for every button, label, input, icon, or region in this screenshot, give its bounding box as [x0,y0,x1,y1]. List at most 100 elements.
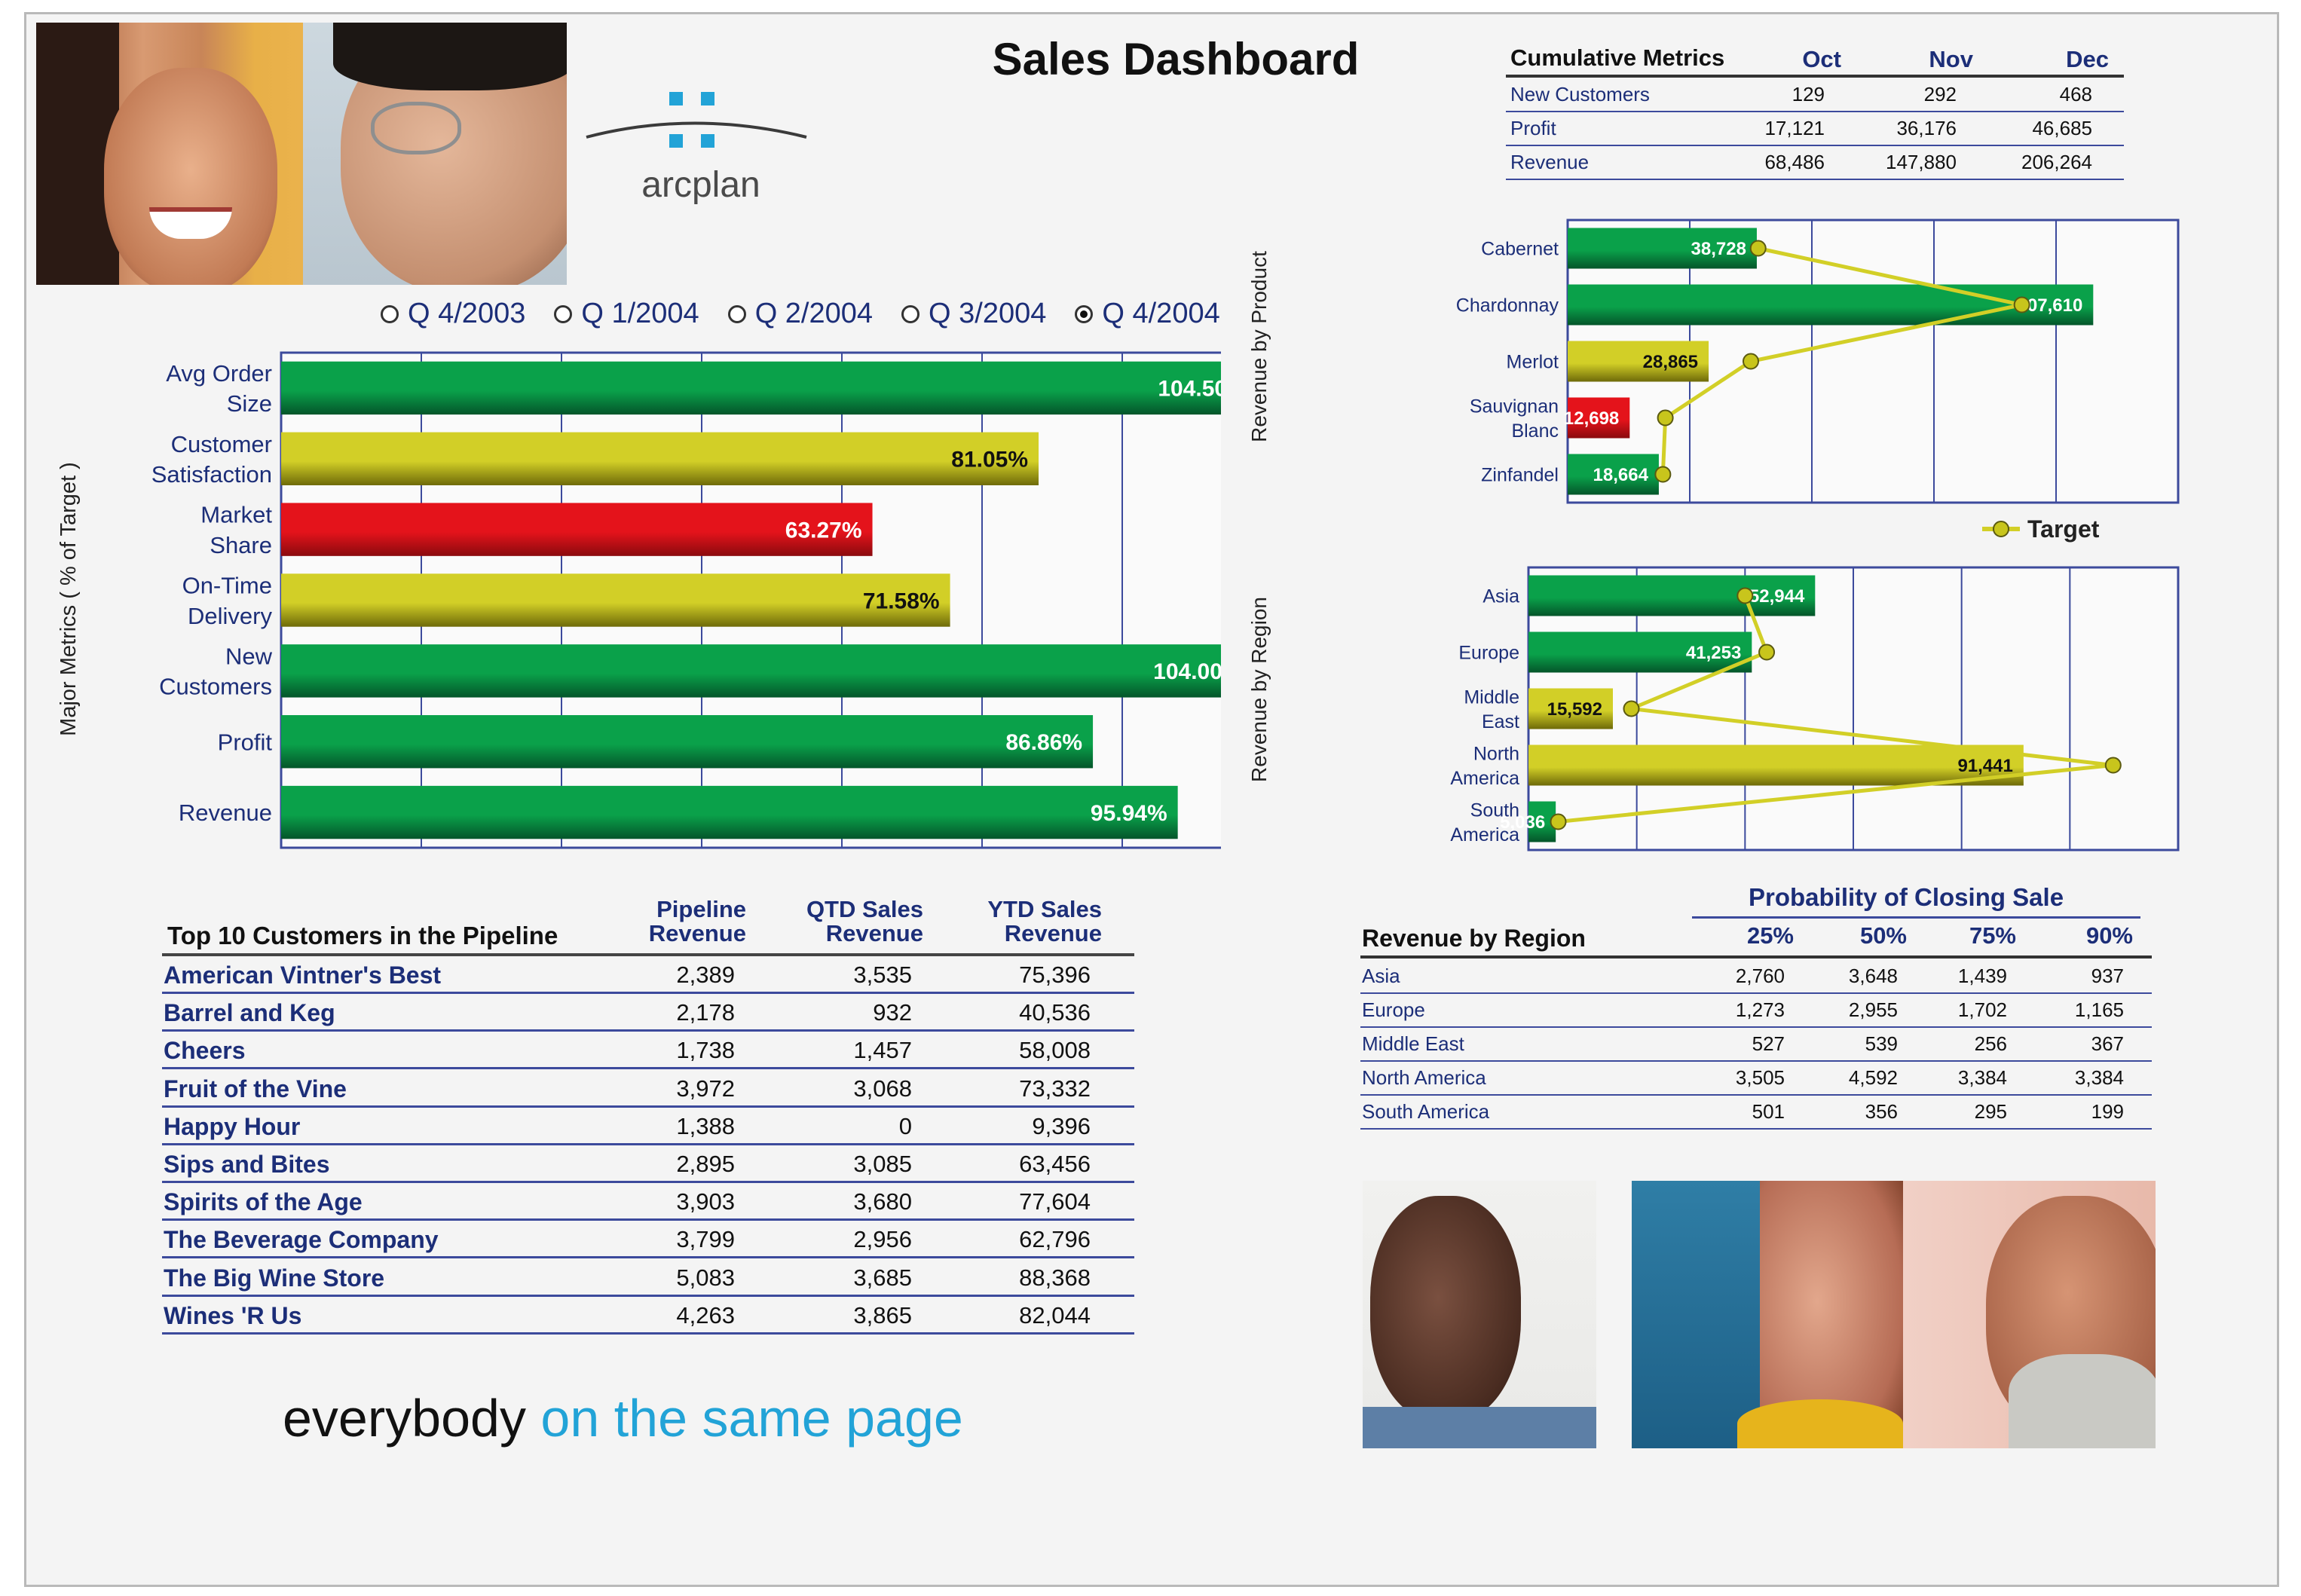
photo-man-portrait [1363,1181,1596,1448]
cell-value: 256 [1974,1032,2007,1055]
category-label: Cabernet [1481,239,1559,260]
column-header: 90% [2085,922,2133,949]
cell-value: 1,738 [676,1037,735,1064]
category-label: Market [200,502,272,528]
cell-value: 367 [2091,1032,2124,1055]
target-marker [2013,296,2030,313]
bar-customer-satisfaction [281,432,1039,485]
radio-empty-icon[interactable] [554,304,573,323]
radio-empty-icon[interactable] [727,304,746,323]
cell-value: 4,592 [1848,1066,1898,1089]
cell-value: 2,956 [853,1226,912,1253]
radio-empty-icon[interactable] [901,304,920,323]
header-rule [1506,75,2124,78]
target-marker [1743,353,1759,370]
row-divider [162,1294,1134,1297]
cell-value: 3,648 [1848,965,1898,987]
category-label: Revenue [179,800,272,826]
top-customers-table: Top 10 Customers in the Pipeline Pipeline… [158,893,1138,1338]
cell-value: 3,972 [676,1075,735,1102]
tagline-dark: everybody [283,1389,526,1448]
target-marker [1550,813,1567,830]
cell-value: 147,880 [1886,151,1957,173]
cell-value: 58,008 [1019,1037,1091,1064]
category-label: East [1482,711,1519,732]
column-header: 25% [1746,922,1794,949]
quarter-radio-q-2-2004[interactable]: Q 2/2004 [727,298,874,330]
column-header: Oct [1802,46,1841,72]
cell-value: 1,388 [676,1112,735,1139]
category-label: Customers [159,674,272,700]
photo-woman-smiling [36,23,303,285]
cell-value: 3,799 [676,1226,735,1253]
cumulative-metrics-table: Cumulative Metrics Oct Nov Dec New Customers… [1506,41,2124,185]
table-title: Top 10 Customers in the Pipeline [167,922,558,949]
cell-value: 2,760 [1735,965,1785,987]
quarter-radio-group: Q 4/2003 Q 1/2004 Q 2/2004 Q 3/2004 Q 4/2004 [381,298,1232,335]
quarter-radio-q-1-2004[interactable]: Q 1/2004 [554,298,699,330]
category-label: Middle [1464,686,1519,708]
category-label: Size [227,390,272,417]
category-label: Share [210,532,272,558]
radio-selected-icon[interactable] [1075,304,1094,323]
cell-value: 3,085 [853,1151,912,1177]
cell-value: 3,680 [853,1188,912,1215]
customer-name: The Big Wine Store [164,1264,385,1292]
revenue-by-region-table: Probability of Closing Sale Revenue by Re… [1360,883,2152,1139]
cell-value: 1,273 [1735,998,1785,1021]
column-header: Nov [1929,46,1973,72]
cell-value: 1,702 [1957,998,2007,1021]
target-marker [1749,240,1767,257]
row-label: North America [1362,1066,1486,1089]
quarter-label: Q 2/2004 [754,298,874,329]
customer-name: American Vintner's Best [164,962,442,989]
data-label: 28,865 [1643,352,1698,372]
cell-value: 3,865 [853,1301,912,1328]
column-header: 50% [1859,922,1907,949]
row-divider [1360,992,2152,994]
cell-value: 17,121 [1764,117,1825,139]
header-rule [162,953,1134,956]
category-label: Satisfaction [151,461,272,488]
customer-name: Sips and Bites [164,1151,330,1178]
cell-value: 527 [1752,1032,1785,1055]
header-rule [1360,955,2152,959]
category-label: North [1473,743,1519,764]
row-divider [162,1067,1134,1070]
category-label: Asia [1482,586,1519,607]
bar-revenue [281,785,1178,839]
cell-value: 3,535 [853,962,912,988]
radio-empty-icon[interactable] [381,304,399,323]
category-label: New [225,643,273,669]
column-header: 75% [1969,922,2016,949]
cell-value: 539 [1865,1032,1898,1055]
group-header: Probability of Closing Sale [1749,883,2064,911]
cell-value: 3,685 [853,1264,912,1291]
cell-value: 9,396 [1032,1112,1091,1139]
quarter-radio-q-3-2004[interactable]: Q 3/2004 [901,298,1046,330]
row-divider [1360,1060,2152,1062]
row-divider [1360,1026,2152,1028]
cell-value: 5,083 [676,1264,735,1291]
category-label: Blanc [1511,420,1559,442]
row-divider [1360,1094,2152,1096]
data-label: 91,441 [1957,756,2012,776]
bar-north-america [1528,744,2024,786]
column-header: Pipeline [656,896,746,922]
customer-name: The Beverage Company [164,1226,439,1254]
data-label: 104.50% [1158,377,1221,402]
row-divider [1506,179,2124,180]
row-divider [162,1256,1134,1259]
quarter-label: Q 4/2003 [408,298,526,329]
column-header: Dec [2066,46,2109,72]
customer-name: Spirits of the Age [164,1188,363,1216]
table-title: Revenue by Region [1362,925,1586,952]
row-label: South America [1362,1100,1490,1123]
revenue-by-product-chart: 38,728Cabernet107,610Chardonnay28,865Mer… [1247,219,2180,543]
cell-value: 295 [1974,1100,2007,1123]
column-header: Revenue [825,920,923,946]
quarter-radio-q-4-2004[interactable]: Q 4/2004 [1075,298,1220,330]
bar-avg-order-size [281,361,1221,415]
cell-value: 129 [1792,83,1825,105]
quarter-radio-q-4-2003[interactable]: Q 4/2003 [381,298,525,330]
